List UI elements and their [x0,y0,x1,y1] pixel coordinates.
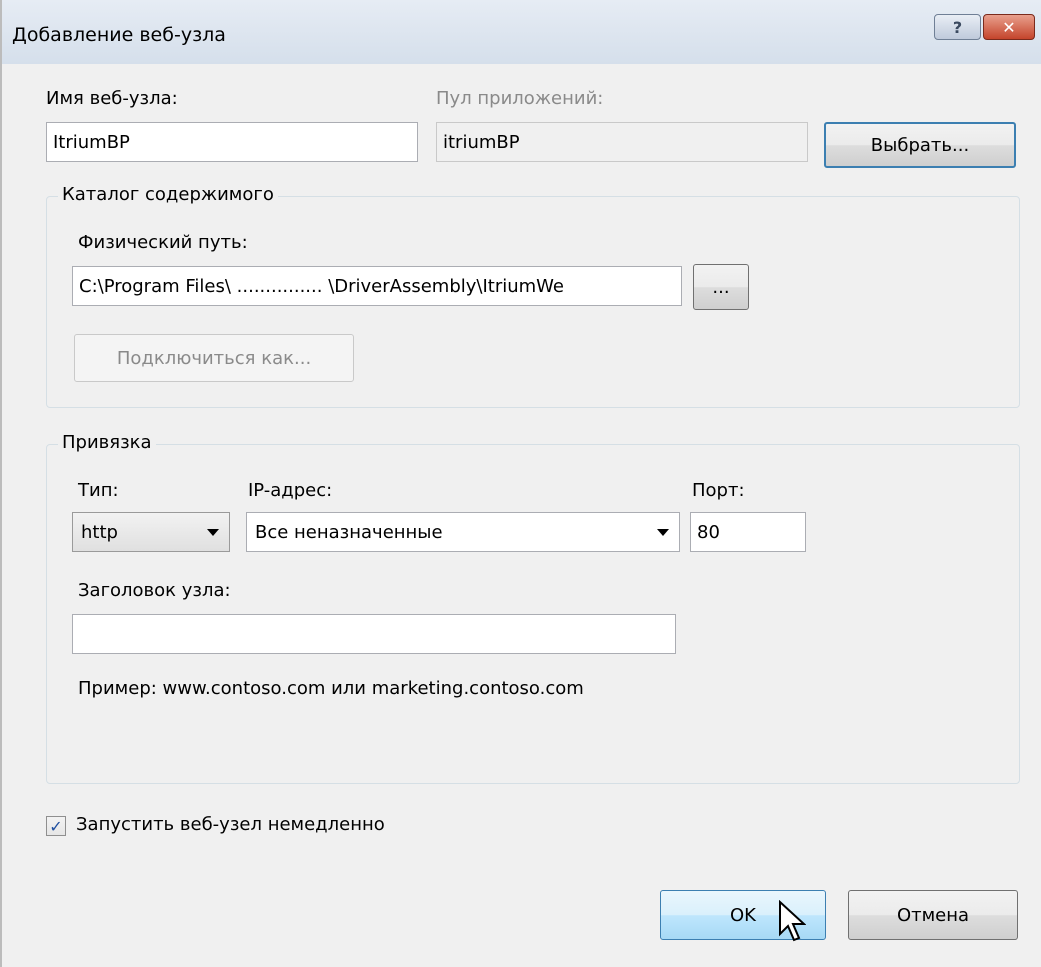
browse-path-button-label: ... [712,276,730,298]
window-title: Добавление веб-узла [12,24,226,46]
ip-address-dropdown[interactable]: Все неназначенные [246,512,680,552]
host-name-input[interactable] [72,614,676,654]
close-icon: ✕ [1002,17,1016,37]
content-directory-title: Каталог содержимого [58,184,278,205]
ok-button-label: OK [730,904,756,926]
start-immediately-checkbox[interactable]: ✓ [46,816,66,836]
type-dropdown[interactable]: http [72,512,230,552]
start-immediately-label[interactable]: Запустить веб-узел немедленно [76,814,385,835]
chevron-down-icon [207,529,219,536]
connect-as-button-label: Подключиться как... [116,347,312,369]
port-input[interactable]: 80 [690,512,806,552]
browse-path-button[interactable]: ... [693,264,749,310]
help-button[interactable]: ? [934,14,981,40]
type-label: Тип: [78,480,119,501]
port-label: Порт: [692,480,745,501]
host-name-label: Заголовок узла: [78,580,231,601]
app-pool-field: itriumBP [436,122,808,162]
title-bar[interactable]: Добавление веб-узла ? ✕ [2,0,1041,64]
site-name-input[interactable]: ItriumBP [46,122,418,162]
help-icon: ? [952,17,963,37]
connect-as-button[interactable]: Подключиться как... [74,334,354,382]
type-value: http [81,521,118,543]
physical-path-label: Физический путь: [78,232,248,253]
select-pool-button-label: Выбрать... [870,134,970,156]
physical-path-value: C:\Program Files\ ............... \Drive… [79,275,564,297]
cancel-button[interactable]: Отмена [848,890,1018,940]
cancel-button-label: Отмена [896,904,970,926]
ip-address-value: Все неназначенные [255,521,443,543]
checkmark-icon: ✓ [49,816,63,836]
port-value: 80 [697,521,720,543]
physical-path-input[interactable]: C:\Program Files\ ............... \Drive… [72,266,682,306]
app-pool-value: itriumBP [443,131,520,153]
add-website-dialog: Добавление веб-узла ? ✕ Имя веб-узла: It… [0,0,1041,967]
ip-address-label: IP-адрес: [248,480,333,501]
mouse-pointer-icon [779,900,806,942]
site-name-label: Имя веб-узла: [46,88,178,109]
chevron-down-icon [657,529,669,536]
site-name-value: ItriumBP [53,131,130,153]
binding-title: Привязка [58,432,156,453]
close-button[interactable]: ✕ [983,14,1035,40]
select-pool-button[interactable]: Выбрать... [824,122,1016,168]
host-example-text: Пример: www.contoso.com или marketing.co… [78,678,584,699]
app-pool-label: Пул приложений: [436,88,604,109]
